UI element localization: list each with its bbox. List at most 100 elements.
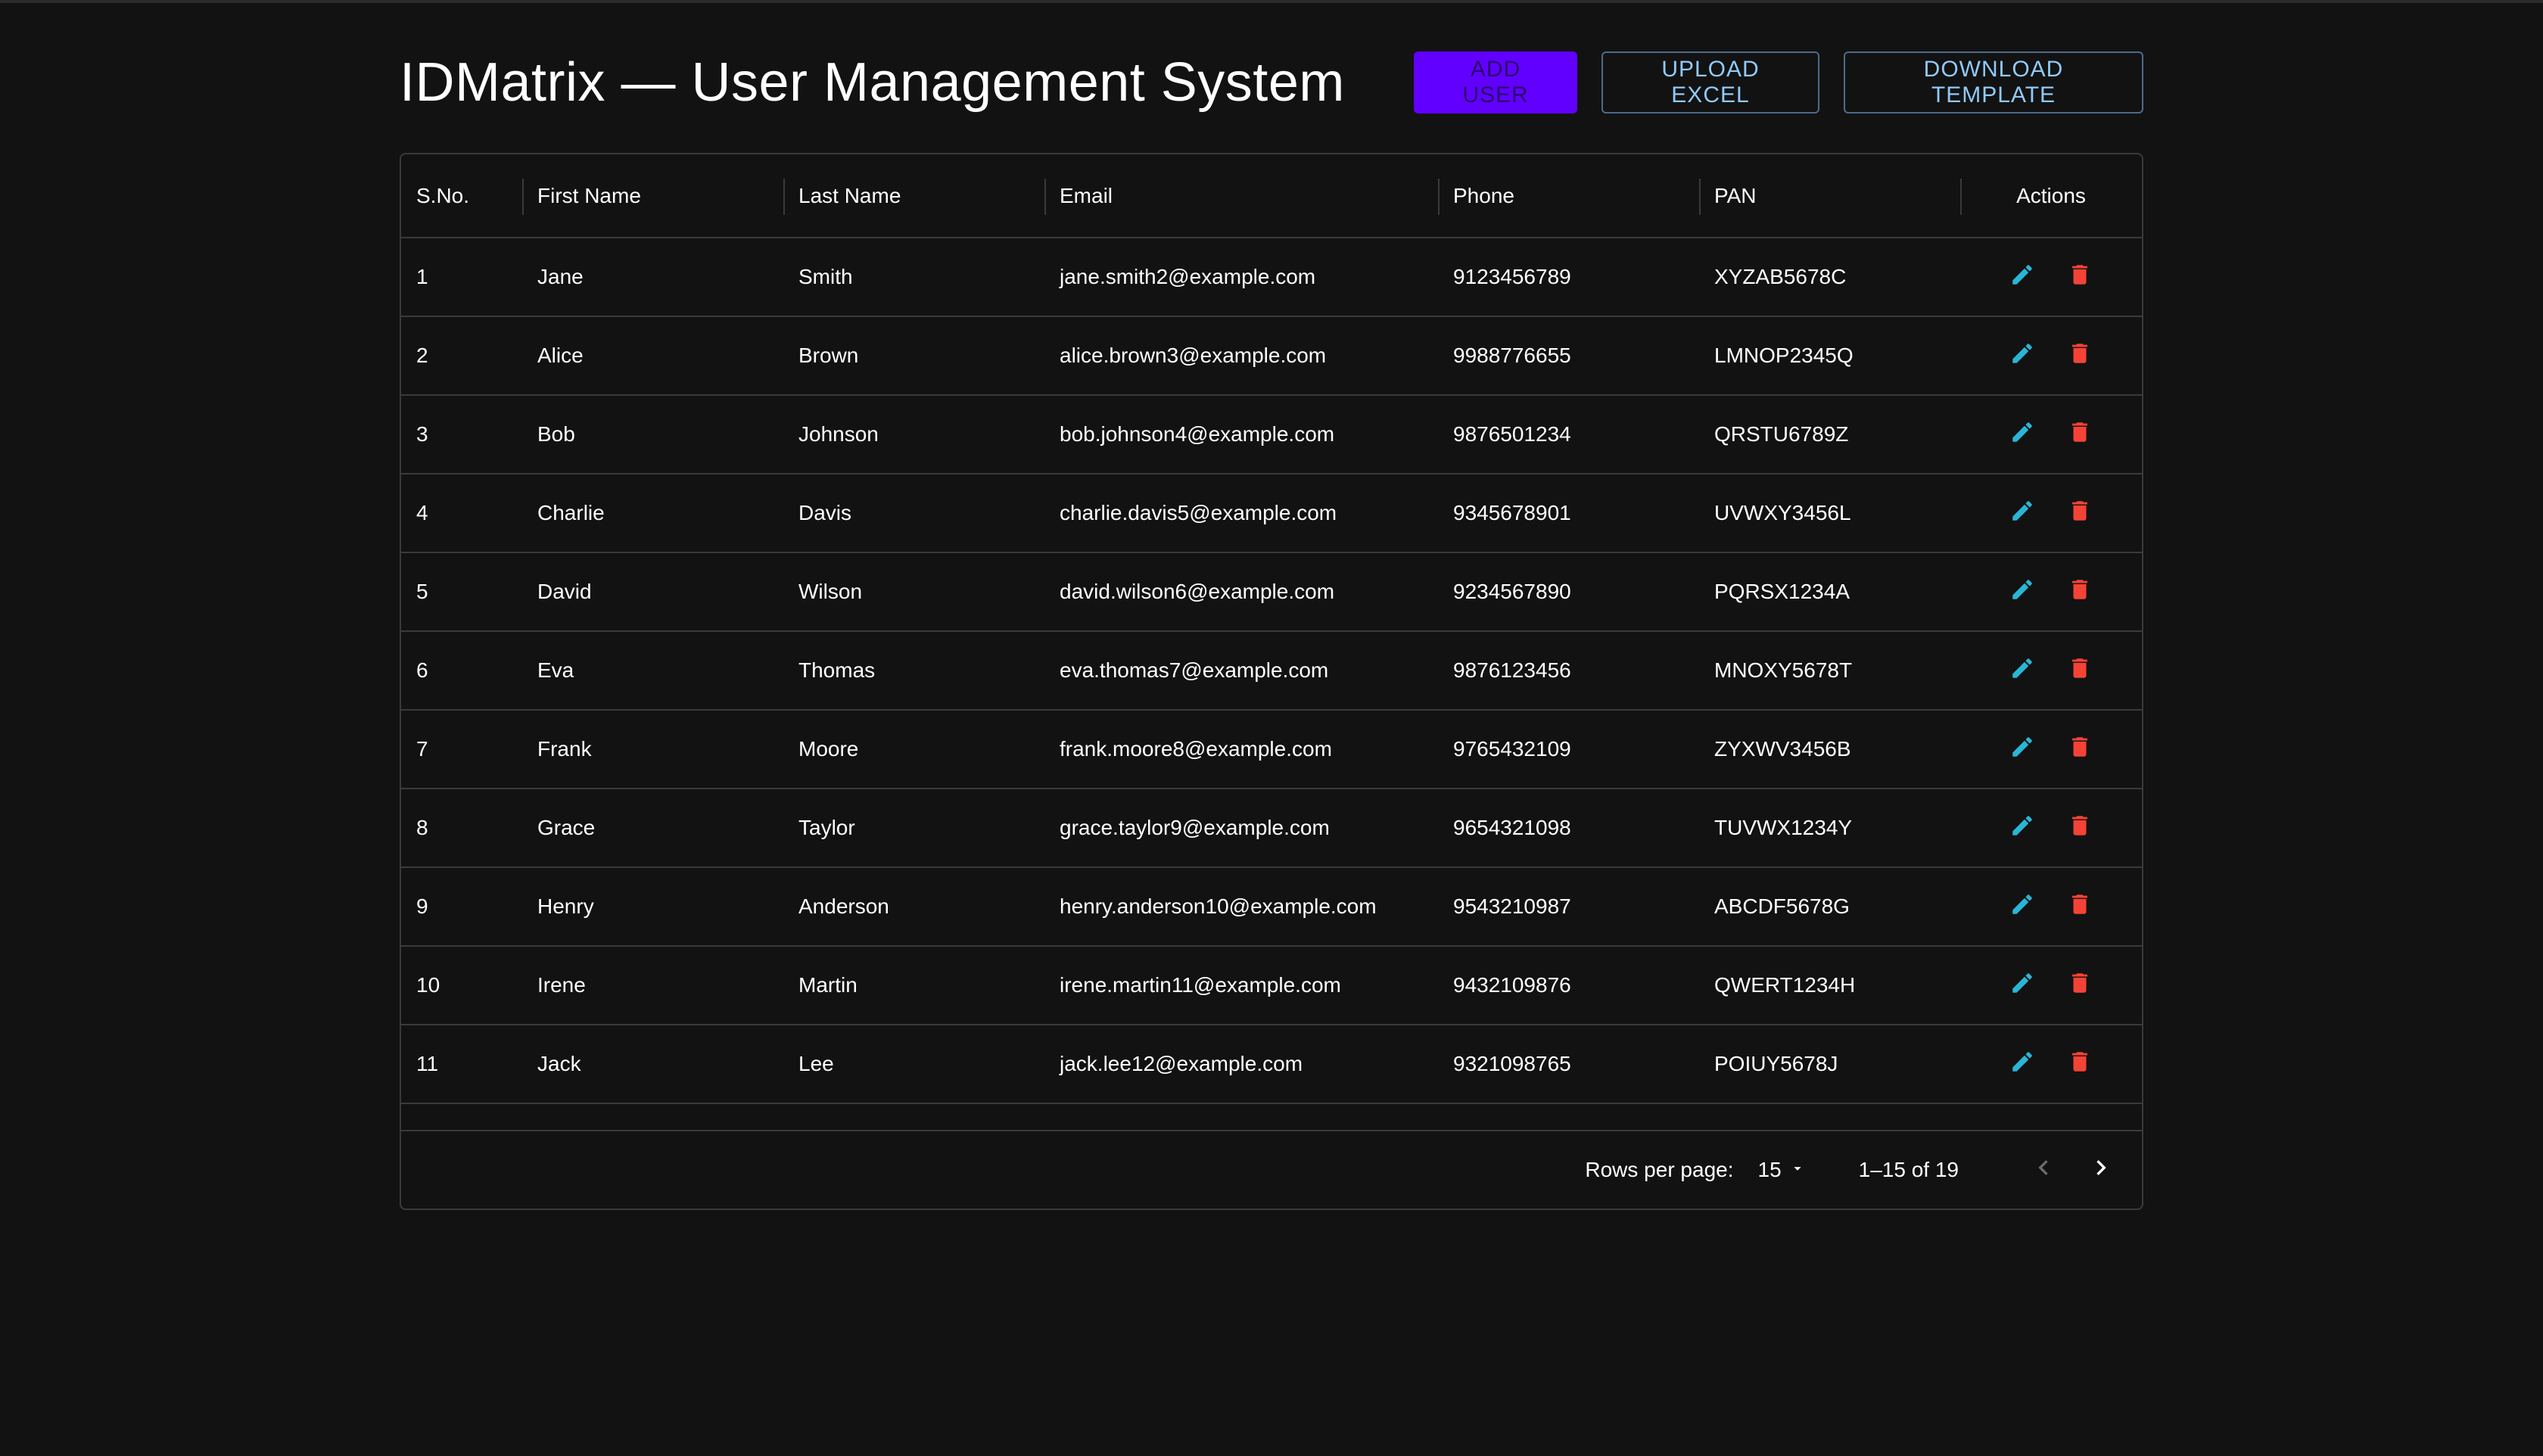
- cell-last-name: Lee: [798, 1052, 834, 1075]
- cell-pan: MNOXY5678T: [1714, 658, 1853, 682]
- delete-button[interactable]: [2065, 655, 2095, 686]
- delete-button[interactable]: [2065, 891, 2095, 922]
- row-actions: [1960, 419, 2142, 450]
- cell-pan: XYZAB5678C: [1714, 265, 1847, 288]
- cell-sno: 9: [416, 894, 428, 918]
- edit-button[interactable]: [2007, 577, 2037, 607]
- header-phone[interactable]: Phone: [1438, 154, 1699, 238]
- cell-email: alice.brown3@example.com: [1060, 344, 1327, 367]
- delete-button[interactable]: [2065, 813, 2095, 843]
- edit-button[interactable]: [2007, 734, 2037, 764]
- download-template-button[interactable]: DOWNLOAD TEMPLATE: [1844, 51, 2143, 114]
- next-page-button[interactable]: [2083, 1152, 2119, 1188]
- cell-email: grace.taylor9@example.com: [1060, 816, 1330, 839]
- cell-last-name: Johnson: [798, 422, 879, 446]
- cell-sno: 11: [416, 1052, 439, 1075]
- table-row[interactable]: 4 Charlie Davis charlie.davis5@example.com 9…: [401, 474, 2142, 552]
- cell-sno: 8: [416, 816, 428, 839]
- delete-button[interactable]: [2065, 734, 2095, 764]
- edit-button[interactable]: [2007, 891, 2037, 922]
- pencil-icon: [2009, 655, 2035, 686]
- delete-button[interactable]: [2065, 341, 2095, 371]
- cell-sno: 3: [416, 422, 428, 446]
- edit-button[interactable]: [2007, 655, 2037, 686]
- cell-phone: 9123456789: [1453, 265, 1571, 288]
- table-row[interactable]: 1 Jane Smith jane.smith2@example.com 9123456…: [401, 238, 2142, 316]
- top-border: [0, 0, 2543, 3]
- row-actions: [1960, 262, 2142, 292]
- trash-icon: [2067, 262, 2093, 293]
- delete-button[interactable]: [2065, 577, 2095, 607]
- row-actions: [1960, 970, 2142, 1000]
- users-table-card: S.No. First Name Last Name Email Phone P…: [400, 153, 2143, 1210]
- cell-last-name: Thomas: [798, 658, 876, 682]
- cell-sno: 10: [416, 973, 440, 997]
- header-sno[interactable]: S.No.: [401, 154, 522, 238]
- rows-per-page-select[interactable]: 15: [1758, 1158, 1806, 1182]
- pagination-range: 1–15 of 19: [1858, 1158, 1959, 1181]
- pencil-icon: [2009, 341, 2035, 372]
- cell-sno: 5: [416, 580, 428, 603]
- table-row[interactable]: 2 Alice Brown alice.brown3@example.com 99887…: [401, 316, 2142, 395]
- column-separator[interactable]: [783, 179, 785, 215]
- cell-last-name: Davis: [798, 501, 852, 524]
- cell-phone: 9765432109: [1453, 737, 1571, 761]
- rows-per-page-label: Rows per page:: [1585, 1158, 1734, 1181]
- edit-button[interactable]: [2007, 1049, 2037, 1079]
- table-row[interactable]: 7 Frank Moore frank.moore8@example.com 97654…: [401, 710, 2142, 789]
- upload-excel-button[interactable]: UPLOAD EXCEL: [1601, 51, 1819, 114]
- cell-phone: 9234567890: [1453, 580, 1571, 603]
- edit-button[interactable]: [2007, 419, 2037, 450]
- table-row[interactable]: 9 Henry Anderson henry.anderson10@example.c…: [401, 867, 2142, 946]
- cell-last-name: Wilson: [798, 580, 863, 603]
- add-user-button[interactable]: ADD USER: [1414, 51, 1577, 114]
- table-row[interactable]: 6 Eva Thomas eva.thomas7@example.com 9876123…: [401, 631, 2142, 710]
- cell-pan: PQRSX1234A: [1714, 580, 1850, 603]
- row-actions: [1960, 655, 2142, 686]
- edit-button[interactable]: [2007, 262, 2037, 292]
- edit-button[interactable]: [2007, 498, 2037, 528]
- column-separator[interactable]: [1699, 179, 1701, 215]
- table-row[interactable]: 8 Grace Taylor grace.taylor9@example.com 965…: [401, 789, 2142, 867]
- table-row[interactable]: 5 David Wilson david.wilson6@example.com 923…: [401, 552, 2142, 631]
- previous-page-button[interactable]: [2025, 1152, 2062, 1188]
- cell-actions: [1960, 395, 2142, 474]
- trash-icon: [2067, 970, 2093, 1001]
- delete-button[interactable]: [2065, 498, 2095, 528]
- edit-button[interactable]: [2007, 970, 2037, 1000]
- delete-button[interactable]: [2065, 970, 2095, 1000]
- column-separator[interactable]: [1960, 179, 1962, 215]
- cell-email: david.wilson6@example.com: [1060, 580, 1335, 603]
- trash-icon: [2067, 1049, 2093, 1080]
- cell-actions: [1960, 552, 2142, 631]
- trash-icon: [2067, 577, 2093, 608]
- cell-first-name: Grace: [537, 816, 596, 839]
- cell-actions: [1960, 474, 2142, 552]
- header-last-name[interactable]: Last Name: [783, 154, 1044, 238]
- cell-phone: 9988776655: [1453, 344, 1571, 367]
- cell-email: bob.johnson4@example.com: [1060, 422, 1335, 446]
- header-first-name[interactable]: First Name: [522, 154, 783, 238]
- table-row[interactable]: 11 Jack Lee jack.lee12@example.com 932109876…: [401, 1025, 2142, 1103]
- column-separator[interactable]: [522, 179, 524, 215]
- header-pan[interactable]: PAN: [1699, 154, 1960, 238]
- table-row[interactable]: 3 Bob Johnson bob.johnson4@example.com 98765…: [401, 395, 2142, 474]
- cell-pan: QRSTU6789Z: [1714, 422, 1849, 446]
- cell-first-name: Jack: [537, 1052, 581, 1075]
- trash-icon: [2067, 419, 2093, 450]
- column-separator[interactable]: [1044, 179, 1046, 215]
- edit-button[interactable]: [2007, 341, 2037, 371]
- header-first-name-label: First Name: [537, 183, 641, 207]
- table-row[interactable]: 10 Irene Martin irene.martin11@example.com 9…: [401, 946, 2142, 1025]
- cell-first-name: Eva: [537, 658, 574, 682]
- cell-pan: LMNOP2345Q: [1714, 344, 1854, 367]
- delete-button[interactable]: [2065, 419, 2095, 450]
- trash-icon: [2067, 734, 2093, 765]
- edit-button[interactable]: [2007, 813, 2037, 843]
- header-email[interactable]: Email: [1044, 154, 1438, 238]
- cell-phone: 9345678901: [1453, 501, 1571, 524]
- delete-button[interactable]: [2065, 262, 2095, 292]
- column-separator[interactable]: [1438, 179, 1440, 215]
- header-actions-label: Actions: [2016, 183, 2086, 207]
- delete-button[interactable]: [2065, 1049, 2095, 1079]
